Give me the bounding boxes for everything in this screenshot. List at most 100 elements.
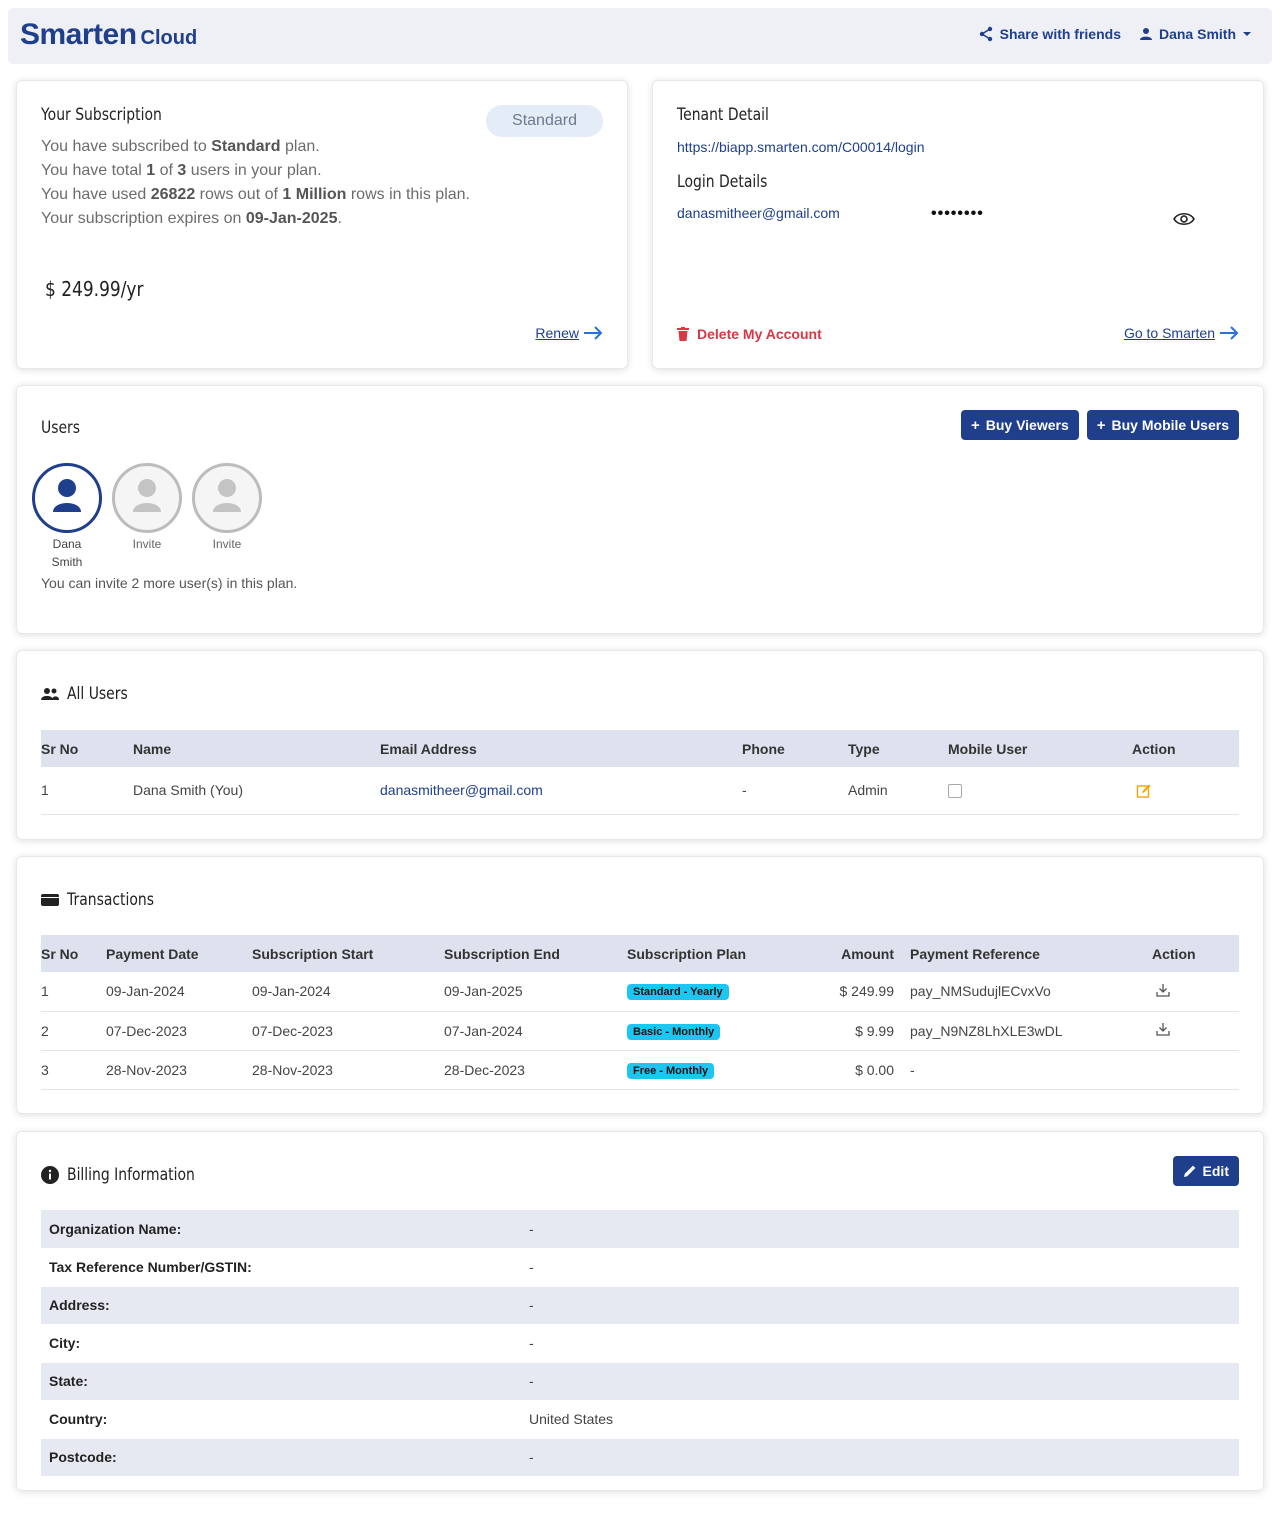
billing-card: Billing Information Edit Organization Na… — [16, 1131, 1264, 1491]
cell-subscription-start: 28-Nov-2023 — [252, 1050, 444, 1090]
user-avatar-dana[interactable]: Dana Smith — [32, 463, 102, 571]
avatar — [192, 463, 262, 533]
subscription-details: You have subscribed to Standard plan. Yo… — [41, 138, 470, 227]
cell-subscription-start: 07-Dec-2023 — [252, 1011, 444, 1051]
cell-subscription-end: 09-Jan-2025 — [444, 972, 627, 1012]
billing-label: Address: — [41, 1286, 529, 1325]
billing-row: Country: United States — [41, 1400, 1239, 1439]
transactions-card: Transactions Sr No Payment Date Subscrip… — [16, 856, 1264, 1114]
brand-logo[interactable]: Smarten Cloud — [20, 18, 197, 52]
cell-email-link[interactable]: danasmitheer@gmail.com — [380, 782, 543, 798]
invite-note: You can invite 2 more user(s) in this pl… — [41, 575, 298, 591]
col-action: Action — [1132, 730, 1239, 767]
table-row: 3 28-Nov-2023 28-Nov-2023 28-Dec-2023 Fr… — [41, 1050, 1239, 1090]
billing-label: City: — [41, 1324, 529, 1363]
plan-badge: Standard — [486, 105, 603, 137]
cell-payment-date: 09-Jan-2024 — [106, 972, 252, 1012]
go-to-smarten-label: Go to Smarten — [1123, 325, 1215, 341]
download-icon[interactable] — [1156, 1022, 1170, 1036]
col-payment-date: Payment Date — [106, 935, 252, 972]
col-sr-no: Sr No — [41, 935, 106, 972]
cell-payment-date: 28-Nov-2023 — [106, 1050, 252, 1090]
buy-mobile-users-button[interactable]: + Buy Mobile Users — [1086, 410, 1239, 440]
password-mask: •••••••• — [931, 205, 984, 222]
transactions-table: Sr No Payment Date Subscription Start Su… — [41, 935, 1239, 1090]
brand-suffix: Cloud — [140, 27, 198, 49]
delete-account-button[interactable]: Delete My Account — [677, 326, 822, 342]
plan-badge: Standard - Yearly — [627, 984, 729, 1001]
col-action: Action — [1152, 935, 1239, 972]
users-title: Users — [41, 418, 81, 438]
cell-payment-reference: - — [910, 1050, 1152, 1090]
col-payment-reference: Payment Reference — [910, 935, 1152, 972]
users-card: Users + Buy Viewers + Buy Mobile Users D… — [16, 385, 1264, 634]
tenant-url-link[interactable]: https://biapp.smarten.com/C00014/login — [677, 139, 924, 155]
edit-icon[interactable] — [1136, 783, 1152, 799]
col-type: Type — [848, 730, 948, 767]
users-group-icon — [41, 688, 59, 700]
table-row: 1 09-Jan-2024 09-Jan-2024 09-Jan-2025 St… — [41, 972, 1239, 1012]
buy-viewers-button[interactable]: + Buy Viewers — [960, 410, 1079, 440]
user-silhouette-icon — [53, 479, 81, 512]
brand-name: Smarten — [20, 18, 137, 51]
table-row: 2 07-Dec-2023 07-Dec-2023 07-Jan-2024 Ba… — [41, 1011, 1239, 1051]
cell-sr: 2 — [41, 1011, 106, 1051]
info-circle-icon — [41, 1166, 59, 1184]
renew-label: Renew — [535, 325, 579, 341]
trash-icon — [677, 327, 689, 341]
cell-type: Admin — [848, 767, 948, 815]
buy-mobile-users-label: Buy Mobile Users — [1111, 417, 1229, 433]
invite-avatar-2[interactable]: Invite — [192, 463, 262, 571]
billing-label: State: — [41, 1362, 529, 1401]
download-icon[interactable] — [1156, 983, 1170, 997]
all-users-table: Sr No Name Email Address Phone Type Mobi… — [41, 730, 1239, 815]
billing-value: - — [529, 1362, 1239, 1401]
col-subscription-plan: Subscription Plan — [627, 935, 816, 972]
credit-card-icon — [41, 894, 59, 906]
invite-link[interactable]: Invite — [192, 537, 262, 551]
invite-avatar-1[interactable]: Invite — [112, 463, 182, 571]
billing-value: - — [529, 1248, 1239, 1287]
cell-subscription-end: 28-Dec-2023 — [444, 1050, 627, 1090]
billing-value: - — [529, 1286, 1239, 1325]
user-silhouette-icon — [213, 479, 241, 512]
top-navbar: Smarten Cloud Share with friends Dana Smi… — [8, 8, 1272, 64]
cell-amount: $ 249.99 — [816, 972, 910, 1012]
login-email-link[interactable]: danasmitheer@gmail.com — [677, 205, 840, 221]
eye-icon[interactable] — [1173, 211, 1195, 227]
user-menu-dropdown[interactable]: Dana Smith — [1139, 26, 1252, 42]
cell-sr: 3 — [41, 1050, 106, 1090]
avatar — [112, 463, 182, 533]
renew-link[interactable]: Renew — [535, 325, 603, 341]
share-with-friends-link[interactable]: Share with friends — [978, 26, 1121, 42]
billing-row: Tax Reference Number/GSTIN: - — [41, 1248, 1239, 1287]
go-to-smarten-link[interactable]: Go to Smarten — [1124, 325, 1239, 341]
mobile-user-checkbox[interactable] — [948, 784, 962, 799]
tenant-title: Tenant Detail — [677, 105, 769, 125]
col-mobile-user: Mobile User — [948, 730, 1132, 767]
cell-subscription-start: 09-Jan-2024 — [252, 972, 444, 1012]
plan-badge: Free - Monthly — [627, 1062, 715, 1079]
edit-label: Edit — [1202, 1163, 1229, 1179]
billing-value: United States — [529, 1400, 1239, 1439]
billing-row: City: - — [41, 1324, 1239, 1363]
subscription-price: $ 249.99/yr — [45, 277, 144, 301]
cell-amount: $ 9.99 — [816, 1011, 910, 1051]
avatar — [32, 463, 102, 533]
billing-row: State: - — [41, 1362, 1239, 1401]
billing-title: Billing Information — [67, 1165, 195, 1185]
cell-subscription-end: 07-Jan-2024 — [444, 1011, 627, 1051]
user-icon — [1139, 28, 1152, 40]
edit-billing-button[interactable]: Edit — [1172, 1156, 1239, 1186]
share-icon — [979, 26, 992, 42]
user-silhouette-icon — [133, 479, 161, 512]
plan-badge: Basic - Monthly — [627, 1023, 721, 1040]
billing-row: Address: - — [41, 1286, 1239, 1325]
cell-sr: 1 — [41, 972, 106, 1012]
delete-account-label: Delete My Account — [697, 326, 822, 342]
avatar-label-first: Dana — [52, 537, 82, 551]
invite-link[interactable]: Invite — [112, 537, 182, 551]
col-sr-no: Sr No — [41, 730, 133, 767]
cell-payment-date: 07-Dec-2023 — [106, 1011, 252, 1051]
billing-label: Postcode: — [41, 1438, 529, 1477]
